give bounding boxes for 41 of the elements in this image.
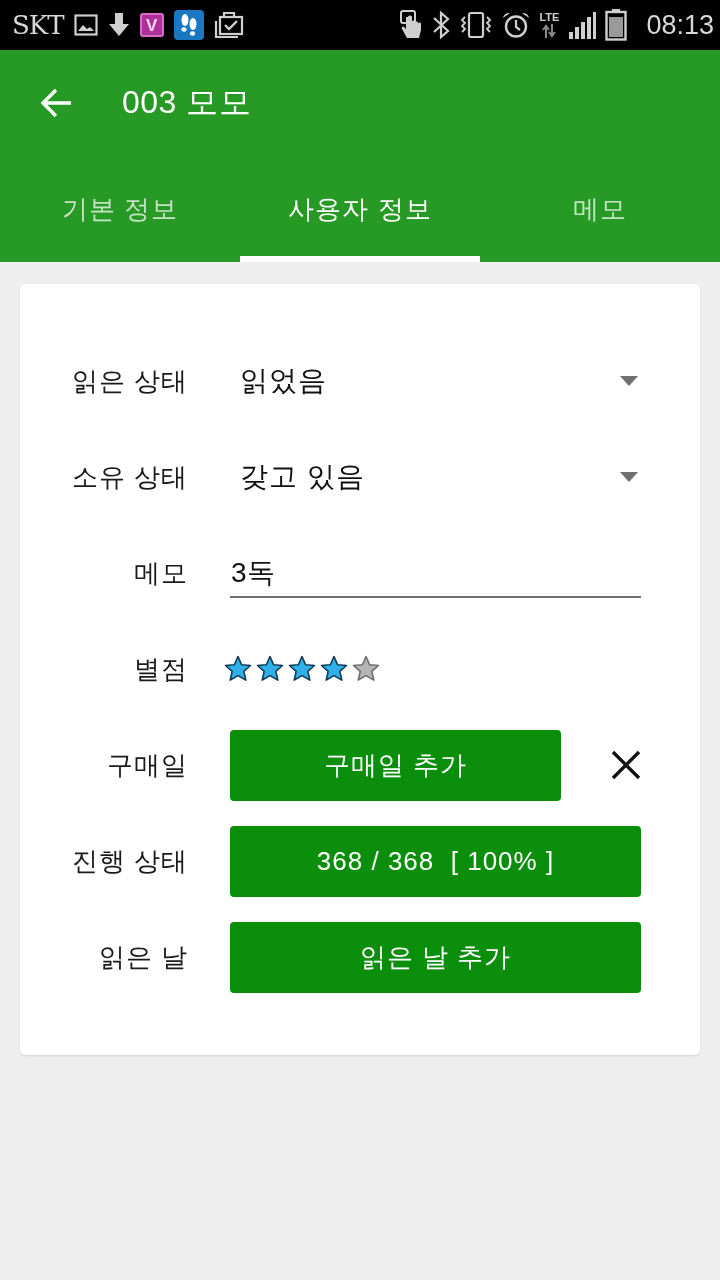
- tab[interactable]: 사용자 정보: [240, 156, 480, 262]
- carrier-label: SKT: [12, 10, 64, 40]
- bluetooth-icon: [432, 10, 451, 40]
- tab[interactable]: 메모: [480, 156, 720, 262]
- alarm-clock-icon: [502, 11, 531, 39]
- download-icon: [107, 12, 130, 38]
- field-label: 진행 상태: [71, 844, 188, 878]
- touch-hand-icon: [399, 10, 424, 40]
- star-icon: [352, 655, 380, 683]
- star-icon: [256, 655, 284, 683]
- back-arrow-icon[interactable]: [40, 87, 72, 119]
- field-label: 읽은 날: [98, 940, 188, 974]
- dropdown-arrow-icon: [620, 472, 638, 482]
- field-label: 소유 상태: [71, 460, 188, 494]
- footprints-icon: [173, 10, 204, 40]
- briefcase-check-icon: [213, 11, 244, 39]
- dropdown-arrow-icon: [620, 376, 638, 386]
- field-label: 별점: [134, 652, 188, 686]
- signal-bars-icon: [568, 11, 597, 39]
- network-type-label: LTE: [539, 12, 560, 23]
- app-badge: V: [139, 13, 164, 37]
- dropdown-field[interactable]: 갖고 있음: [230, 449, 641, 505]
- close-icon[interactable]: [611, 750, 641, 780]
- image-icon: [73, 14, 98, 36]
- star-icon: [288, 655, 316, 683]
- screen-title: 003 모모: [122, 83, 252, 122]
- text-input-field[interactable]: 3독: [230, 548, 641, 598]
- vibrate-icon: [459, 11, 494, 39]
- star-icon: [320, 655, 348, 683]
- data-arrows-icon: [542, 24, 557, 38]
- action-button[interactable]: 368 / 368 [ 100% ]: [230, 825, 641, 897]
- battery-icon: [605, 9, 628, 41]
- tab[interactable]: 기본 정보: [0, 156, 240, 262]
- clock-time: 08:13: [646, 9, 714, 41]
- action-button[interactable]: 구매일 추가: [230, 729, 561, 801]
- action-button[interactable]: 읽은 날 추가: [230, 921, 641, 993]
- dropdown-field[interactable]: 읽었음: [230, 353, 641, 409]
- field-label: 메모: [134, 556, 188, 590]
- star-icon: [224, 655, 252, 683]
- field-label: 읽은 상태: [71, 364, 188, 398]
- field-label: 구매일: [107, 748, 188, 782]
